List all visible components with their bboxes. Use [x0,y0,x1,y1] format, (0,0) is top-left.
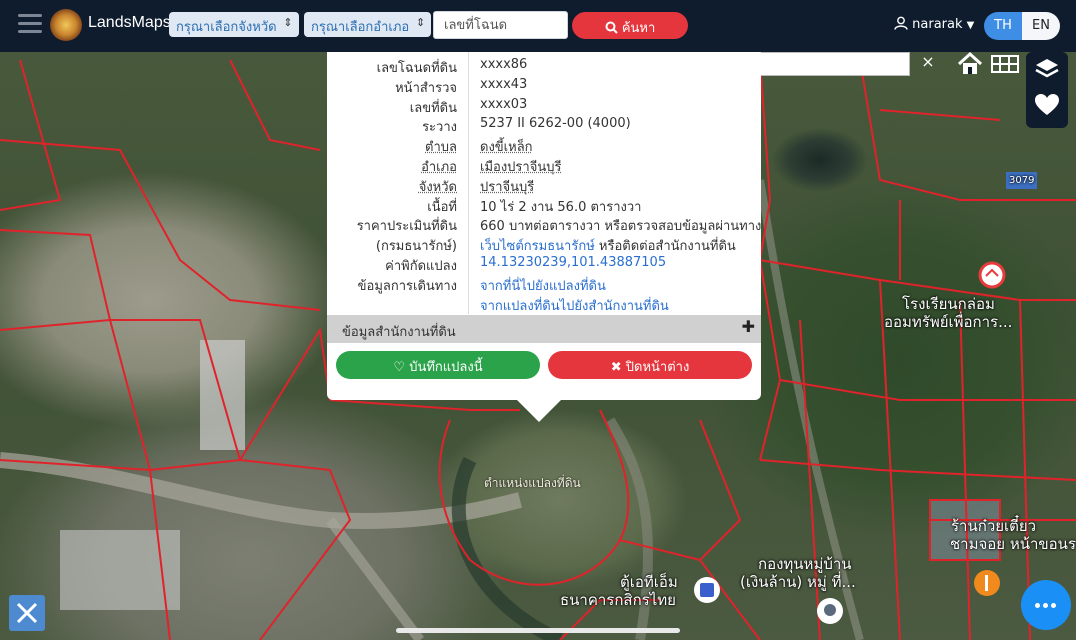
close-popup-label: ปิดหน้าต่าง [625,360,690,375]
province-select-value: กรุณาเลือกจังหวัด [176,20,277,35]
coordinates-link[interactable]: 14.13230239,101.43887105 [480,255,666,270]
search-icon [605,21,618,34]
info-row-tambon: ตำบล ดงขี้เหล็ก [327,135,761,155]
updown-chevron-icon: ⇕ [416,16,426,29]
dot [1043,603,1048,608]
poi-label-village-fund[interactable]: กองทุนหมู่บ้าน [758,556,852,573]
favorite-heart-icon[interactable] [1034,92,1060,118]
amphoe-select[interactable]: กรุณาเลือกอำเภอ ⇕ [304,12,432,37]
poi-label-school-line2: ออมทรัพย์เพื่อการ... [884,313,1013,331]
caret-down-icon: ▼ [966,20,975,31]
department-of-lands-logo[interactable] [50,9,82,41]
expand-plus-icon: ✚ [741,317,755,336]
clear-search-close-icon[interactable]: × [912,52,944,76]
language-en-button[interactable]: EN [1022,12,1060,40]
map-side-controls [1026,52,1068,128]
land-office-section-title: ข้อมูลสำนักงานที่ดิน [342,325,456,340]
parcel-info-list: เลขโฉนดที่ดิน xxxx86 หน้าสำรวจ xxxx43 เล… [327,56,762,314]
amphoe-select-value: กรุณาเลือกอำเภอ [311,20,410,35]
table-grid-icon[interactable] [990,52,1020,76]
info-row-province: จังหวัด ปราจีนบุรี [327,175,761,195]
info-row-treasury: (กรมธนารักษ์) เว็บไซต์กรมธนารักษ์ หรือติ… [327,234,761,254]
info-value: xxxx43 [480,76,528,92]
brand-name[interactable]: LandsMaps [88,14,171,32]
deed-number-input[interactable] [433,11,568,39]
dot [1035,603,1040,608]
close-popup-button[interactable]: ✖ ปิดหน้าต่าง [548,351,752,379]
user-icon [894,16,908,30]
close-x-icon: ✖ [610,360,622,375]
info-value-rest: หรือติดต่อสำนักงานที่ดิน [594,239,736,255]
language-th-button[interactable]: TH [984,12,1022,40]
horizontal-scrollbar[interactable] [396,628,680,633]
parcel-location-label: ตำแหน่งแปลงที่ดิน [484,476,581,490]
poi-label-noodle-shop[interactable]: ร้านก๋วยเตี๋ยว [951,518,1036,535]
heart-outline-icon: ♡ [393,360,406,375]
home-icon[interactable] [956,50,984,78]
road-number-badge: 3079 [1006,172,1038,189]
info-row-amphoe: อำเภอ เมืองปราจีนบุรี [327,155,761,175]
info-row-directions-office: จากแปลงที่ดินไปยังสำนักงานที่ดิน [327,294,761,314]
info-row-coordinates: ค่าพิกัดแปลง 14.13230239,101.43887105 [327,254,761,274]
layers-icon[interactable] [1034,56,1060,82]
land-office-section-toggle[interactable]: ข้อมูลสำนักงานที่ดิน ✚ [327,315,761,343]
village-fund-marker-icon[interactable] [815,596,845,626]
info-row-survey-page: หน้าสำรวจ xxxx43 [327,76,761,96]
school-marker-icon[interactable] [977,260,1007,290]
atm-marker-icon[interactable] [692,575,722,605]
info-row-directions: ข้อมูลการเดินทาง จากที่นี่ไปยังแปลงที่ดิ… [327,274,761,294]
info-row-land-number: เลขที่ดิน xxxx03 [327,96,761,116]
poi-label-bank: ธนาคารกสิกรไทย [560,591,676,609]
info-row-appraisal-price: ราคาประเมินที่ดิน 660 บาทต่อตารางวา หรือ… [327,214,762,234]
poi-label-atm[interactable]: ตู้เอทีเอ็ม [620,574,678,591]
username: nararak [912,17,963,32]
poi-label-school[interactable]: โรงเรียนกล่อม [902,296,995,313]
user-menu[interactable]: nararak ▼ [894,16,974,32]
poi-label-village-fund-line2: (เงินล้าน) หมู่ ที่... [740,573,856,591]
food-marker-icon[interactable] [972,568,1002,598]
dot [1051,603,1056,608]
poi-label-noodle-shop-line2: ชามจอย หน้าขอนร [950,535,1076,553]
info-value: xxxx03 [480,96,528,112]
parcel-info-popup: เลขโฉนดที่ดิน xxxx86 หน้าสำรวจ xxxx43 เล… [327,52,762,422]
more-options-fab[interactable] [1021,580,1071,630]
directions-to-office-link[interactable]: จากแปลงที่ดินไปยังสำนักงานที่ดิน [480,295,669,316]
menu-hamburger-icon[interactable] [18,14,42,36]
top-navigation-bar: LandsMaps กรุณาเลือกจังหวัด ⇕ กรุณาเลือก… [0,0,1076,52]
search-button-label: ค้นหา [621,21,656,36]
province-select[interactable]: กรุณาเลือกจังหวัด ⇕ [169,12,299,37]
save-parcel-button[interactable]: ♡ บันทึกแปลงนี้ [336,351,540,379]
treasury-website-link[interactable]: เว็บไซต์กรมธนารักษ์ [480,239,595,254]
updown-chevron-icon: ⇕ [283,16,293,29]
search-button[interactable]: ค้นหา [572,12,688,39]
measure-tool-button[interactable] [9,595,45,631]
ruler-pencil-icon [16,602,38,624]
info-row-area: เนื้อที่ 10 ไร่ 2 งาน 56.0 ตารางวา [327,195,761,215]
info-row-map-sheet: ระวาง 5237 II 6262-00 (4000) [327,115,761,135]
save-parcel-label: บันทึกแปลงนี้ [409,360,483,375]
info-value: xxxx86 [480,57,528,72]
info-row-deed-number: เลขโฉนดที่ดิน xxxx86 [327,56,761,76]
info-value: 5237 II 6262-00 (4000) [480,116,631,132]
